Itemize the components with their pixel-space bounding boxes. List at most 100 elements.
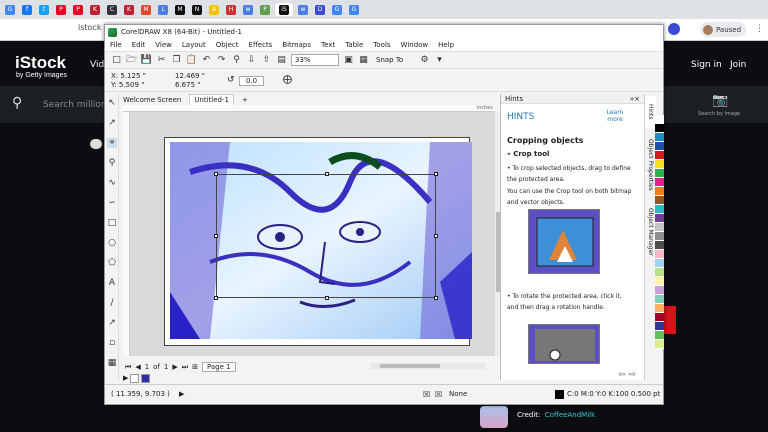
- palette-swatch[interactable]: [655, 313, 664, 322]
- browser-tab[interactable]: f: [20, 3, 34, 16]
- search-input[interactable]: Search millions: [43, 100, 111, 110]
- rotation-angle-field[interactable]: 0.0: [239, 76, 265, 86]
- browser-tab[interactable]: M: [139, 3, 153, 16]
- scrollbar-thumb[interactable]: [380, 364, 440, 368]
- palette-swatch[interactable]: [655, 277, 664, 286]
- connector-tool-icon[interactable]: ↗: [107, 318, 117, 328]
- palette-swatch[interactable]: [655, 214, 664, 223]
- first-page-icon[interactable]: ⏮: [125, 363, 131, 372]
- zoom-level-select[interactable]: 33%: [291, 54, 339, 66]
- browser-tab[interactable]: w: [296, 3, 310, 16]
- palette-swatch[interactable]: [655, 295, 664, 304]
- parallel-dimension-icon[interactable]: ∕: [107, 298, 117, 308]
- last-page-icon[interactable]: ⏭: [182, 363, 188, 372]
- export-icon[interactable]: ⇧: [261, 55, 272, 66]
- palette-swatch[interactable]: [655, 259, 664, 268]
- browser-tab[interactable]: H: [224, 3, 238, 16]
- browser-tab[interactable]: iS: [275, 3, 293, 16]
- palette-swatch[interactable]: [655, 268, 664, 277]
- palette-swatch[interactable]: [655, 250, 664, 259]
- undo-icon[interactable]: ↶: [201, 55, 212, 66]
- palette-swatch[interactable]: [655, 340, 664, 349]
- height-field[interactable]: 6.675 ": [175, 81, 200, 89]
- copy-icon[interactable]: ❐: [171, 55, 182, 66]
- crop-handle[interactable]: [214, 296, 218, 300]
- palette-swatch[interactable]: [655, 205, 664, 214]
- document-palette-arrow-icon[interactable]: ▶: [123, 374, 128, 382]
- browser-tab[interactable]: C: [105, 3, 119, 16]
- browser-tab[interactable]: N: [190, 3, 204, 16]
- full-screen-icon[interactable]: ▣: [343, 55, 354, 66]
- browser-tab[interactable]: K: [88, 3, 102, 16]
- istock-red-button[interactable]: [664, 306, 676, 334]
- rulers-icon[interactable]: ▦: [358, 55, 369, 66]
- crop-handle[interactable]: [325, 172, 329, 176]
- drop-shadow-icon[interactable]: ▫: [107, 338, 117, 348]
- text-tool-icon[interactable]: A: [107, 278, 117, 288]
- crop-handle[interactable]: [434, 296, 438, 300]
- browser-tab[interactable]: G: [347, 3, 361, 16]
- redo-icon[interactable]: ↷: [216, 55, 227, 66]
- artistic-media-icon[interactable]: ∽: [107, 198, 117, 208]
- cut-icon[interactable]: ✂: [156, 55, 167, 66]
- add-tab-icon[interactable]: +: [238, 94, 252, 105]
- crop-handle[interactable]: [434, 172, 438, 176]
- search-icon[interactable]: ⚲: [12, 95, 22, 111]
- browser-tab[interactable]: G: [3, 3, 17, 16]
- palette-swatch[interactable]: [655, 223, 664, 232]
- hint-navigation-icon[interactable]: ⇦ ⇨: [618, 370, 636, 380]
- palette-swatch[interactable]: [655, 196, 664, 205]
- palette-swatch[interactable]: [655, 133, 664, 142]
- crop-handle[interactable]: [325, 296, 329, 300]
- save-icon[interactable]: 💾: [141, 55, 152, 66]
- palette-swatch[interactable]: [655, 286, 664, 295]
- browser-tab[interactable]: w: [241, 3, 255, 16]
- palette-swatch[interactable]: [655, 115, 664, 124]
- freehand-tool-icon[interactable]: ∿: [107, 178, 117, 188]
- crop-handle[interactable]: [434, 234, 438, 238]
- launch-icon[interactable]: ▾: [434, 55, 445, 66]
- paste-icon[interactable]: 📋: [186, 55, 197, 66]
- palette-swatch[interactable]: [655, 142, 664, 151]
- previous-page-icon[interactable]: ◀: [135, 363, 140, 371]
- x-position-field[interactable]: X: 5.125 ": [111, 72, 146, 80]
- browser-tab[interactable]: K: [122, 3, 136, 16]
- tab-welcome-screen[interactable]: Welcome Screen: [119, 94, 185, 105]
- fill-none-icon[interactable]: ☒: [423, 390, 430, 399]
- istock-filter-pill[interactable]: [90, 139, 102, 149]
- menu-window[interactable]: Window: [401, 41, 429, 49]
- menu-view[interactable]: View: [155, 41, 172, 49]
- outline-none-icon[interactable]: ☒: [435, 390, 442, 399]
- browser-tab[interactable]: P: [71, 3, 85, 16]
- menu-file[interactable]: File: [110, 41, 122, 49]
- status-arrow-icon[interactable]: ▶: [179, 390, 184, 398]
- open-folder-icon[interactable]: 🗁: [126, 55, 137, 66]
- search-content-icon[interactable]: ⚲: [231, 55, 242, 66]
- y-position-field[interactable]: Y: 5.509 ": [111, 81, 144, 89]
- crop-handle[interactable]: [214, 172, 218, 176]
- palette-swatch[interactable]: [655, 124, 664, 133]
- polygon-tool-icon[interactable]: ⬠: [107, 258, 117, 268]
- crop-tool-icon[interactable]: ⌖: [107, 138, 117, 148]
- kebab-menu-icon[interactable]: ⋮: [755, 24, 764, 34]
- browser-tab[interactable]: L: [156, 3, 170, 16]
- menu-edit[interactable]: Edit: [132, 41, 146, 49]
- shape-tool-icon[interactable]: ↗: [107, 118, 117, 128]
- next-page-icon[interactable]: ▶: [172, 363, 177, 371]
- width-field[interactable]: 12.469 ": [175, 72, 205, 80]
- menu-text[interactable]: Text: [321, 41, 335, 49]
- palette-swatch[interactable]: [655, 304, 664, 313]
- join-link[interactable]: Join: [730, 60, 746, 70]
- palette-swatch[interactable]: [655, 151, 664, 160]
- browser-tab[interactable]: P: [54, 3, 68, 16]
- menu-table[interactable]: Table: [345, 41, 363, 49]
- palette-swatch[interactable]: [655, 331, 664, 340]
- sign-in-link[interactable]: Sign in: [691, 60, 722, 70]
- new-document-icon[interactable]: □: [111, 55, 122, 66]
- page-1-tab[interactable]: Page 1: [201, 362, 236, 372]
- settings-gear-icon[interactable]: ⚙: [419, 55, 430, 66]
- credit-name[interactable]: CoffeeAndMilk: [545, 411, 595, 419]
- menu-bitmaps[interactable]: Bitmaps: [282, 41, 311, 49]
- horizontal-scrollbar[interactable]: [370, 363, 485, 369]
- add-page-icon[interactable]: ⊞: [192, 363, 198, 371]
